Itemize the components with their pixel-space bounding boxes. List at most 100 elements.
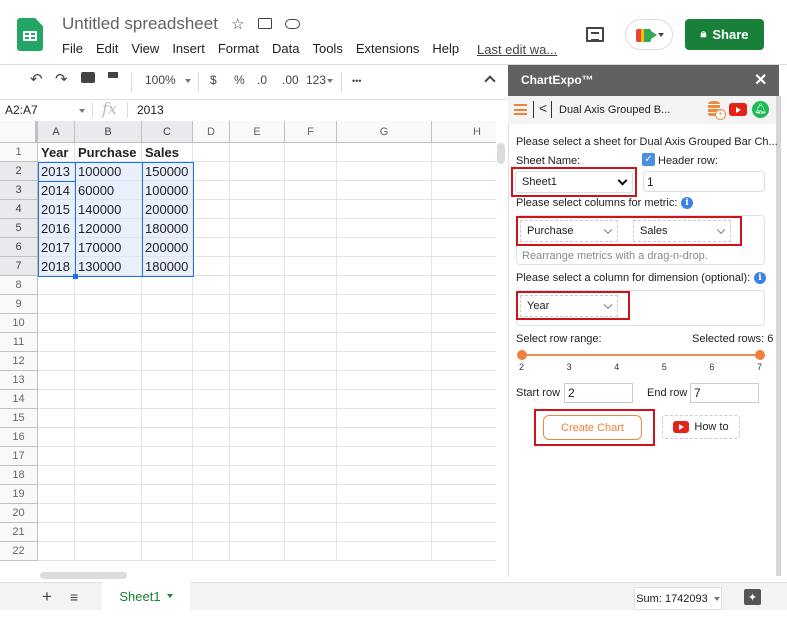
cell[interactable] xyxy=(432,257,496,276)
cell[interactable] xyxy=(432,466,496,485)
panel-scrollbar[interactable] xyxy=(776,96,781,576)
cell[interactable] xyxy=(285,181,337,200)
cell[interactable] xyxy=(38,390,75,409)
cell[interactable] xyxy=(142,352,193,371)
sheet-tab[interactable]: Sheet1 xyxy=(102,582,190,610)
cell[interactable] xyxy=(337,314,432,333)
cell[interactable] xyxy=(230,200,285,219)
all-sheets-button[interactable]: ≡ xyxy=(70,589,78,605)
cell[interactable] xyxy=(193,409,230,428)
cell[interactable]: 180000 xyxy=(142,219,193,238)
cell[interactable] xyxy=(432,428,496,447)
cell[interactable] xyxy=(432,523,496,542)
row-header[interactable]: 5 xyxy=(0,219,38,238)
decrease-decimal-button[interactable]: .0 xyxy=(257,73,267,87)
cell[interactable] xyxy=(193,428,230,447)
cell[interactable]: Year xyxy=(38,143,75,162)
close-icon[interactable]: ✕ xyxy=(754,70,767,90)
cell[interactable] xyxy=(285,485,337,504)
cell[interactable] xyxy=(432,295,496,314)
menu-insert[interactable]: Insert xyxy=(172,41,205,56)
cell[interactable]: 100000 xyxy=(142,181,193,200)
cell[interactable]: 200000 xyxy=(142,238,193,257)
cell[interactable] xyxy=(337,257,432,276)
cell[interactable] xyxy=(432,504,496,523)
cell[interactable] xyxy=(285,352,337,371)
cell[interactable] xyxy=(230,238,285,257)
cell[interactable] xyxy=(337,542,432,561)
end-row-input[interactable]: 7 xyxy=(690,383,759,403)
explore-icon[interactable]: ✦ xyxy=(744,589,761,605)
cell[interactable] xyxy=(193,295,230,314)
add-sheet-button[interactable]: + xyxy=(42,587,52,607)
menu-file[interactable]: File xyxy=(62,41,83,56)
row-header[interactable]: 1 xyxy=(0,143,38,162)
print-icon[interactable] xyxy=(81,72,95,83)
cell[interactable]: 2013 xyxy=(38,162,75,181)
create-chart-button[interactable]: Create Chart xyxy=(543,415,642,440)
cell[interactable] xyxy=(75,409,142,428)
cell[interactable] xyxy=(285,523,337,542)
cell[interactable] xyxy=(230,466,285,485)
cell[interactable] xyxy=(337,504,432,523)
cell[interactable]: 2018 xyxy=(38,257,75,276)
row-header[interactable]: 9 xyxy=(0,295,38,314)
metric-select-purchase[interactable]: Purchase xyxy=(520,220,618,242)
cell[interactable] xyxy=(285,542,337,561)
spreadsheet-grid[interactable]: A B C D E F G H 1 Year Purchase Sales 2 2013 100000 150… xyxy=(0,121,496,573)
cell[interactable] xyxy=(337,466,432,485)
cell[interactable] xyxy=(432,333,496,352)
column-header-e[interactable]: E xyxy=(230,121,285,143)
cell[interactable] xyxy=(142,333,193,352)
cell[interactable] xyxy=(142,295,193,314)
row-header[interactable]: 6 xyxy=(0,238,38,257)
cell[interactable] xyxy=(285,314,337,333)
cell[interactable] xyxy=(432,181,496,200)
cell[interactable] xyxy=(38,295,75,314)
cell[interactable] xyxy=(230,257,285,276)
cell[interactable] xyxy=(142,504,193,523)
cell[interactable] xyxy=(142,409,193,428)
menu-help[interactable]: Help xyxy=(432,41,459,56)
cell[interactable] xyxy=(285,295,337,314)
cell[interactable] xyxy=(193,371,230,390)
cell[interactable] xyxy=(193,257,230,276)
cell[interactable]: 2016 xyxy=(38,219,75,238)
name-box[interactable]: A2:A7 xyxy=(5,103,38,117)
currency-format-button[interactable]: $ xyxy=(210,73,217,87)
cell[interactable] xyxy=(285,333,337,352)
cell[interactable] xyxy=(337,447,432,466)
cell[interactable] xyxy=(75,276,142,295)
cell[interactable] xyxy=(432,390,496,409)
row-header[interactable]: 3 xyxy=(0,181,38,200)
paint-format-icon[interactable] xyxy=(108,72,118,78)
cell[interactable] xyxy=(432,314,496,333)
cell[interactable] xyxy=(337,181,432,200)
cell[interactable] xyxy=(337,162,432,181)
cell[interactable] xyxy=(38,466,75,485)
menu-extensions[interactable]: Extensions xyxy=(356,41,420,56)
row-header[interactable]: 19 xyxy=(0,485,38,504)
cell[interactable] xyxy=(142,428,193,447)
caret-down-icon[interactable] xyxy=(185,79,191,83)
cell[interactable]: Purchase xyxy=(75,143,142,162)
row-header[interactable]: 16 xyxy=(0,428,38,447)
cell[interactable] xyxy=(75,542,142,561)
menu-tools[interactable]: Tools xyxy=(312,41,342,56)
cell[interactable] xyxy=(142,371,193,390)
cell[interactable] xyxy=(230,333,285,352)
cell[interactable] xyxy=(193,238,230,257)
fill-handle[interactable] xyxy=(73,274,78,279)
cell[interactable] xyxy=(285,390,337,409)
cell[interactable] xyxy=(142,314,193,333)
more-options-button[interactable]: ••• xyxy=(352,76,361,86)
cell[interactable] xyxy=(75,390,142,409)
row-header[interactable]: 10 xyxy=(0,314,38,333)
row-header[interactable]: 4 xyxy=(0,200,38,219)
cell[interactable] xyxy=(38,504,75,523)
youtube-icon[interactable] xyxy=(729,103,747,116)
cell[interactable]: 130000 xyxy=(75,257,142,276)
row-header[interactable]: 21 xyxy=(0,523,38,542)
cell[interactable]: 100000 xyxy=(75,162,142,181)
cell[interactable] xyxy=(75,314,142,333)
